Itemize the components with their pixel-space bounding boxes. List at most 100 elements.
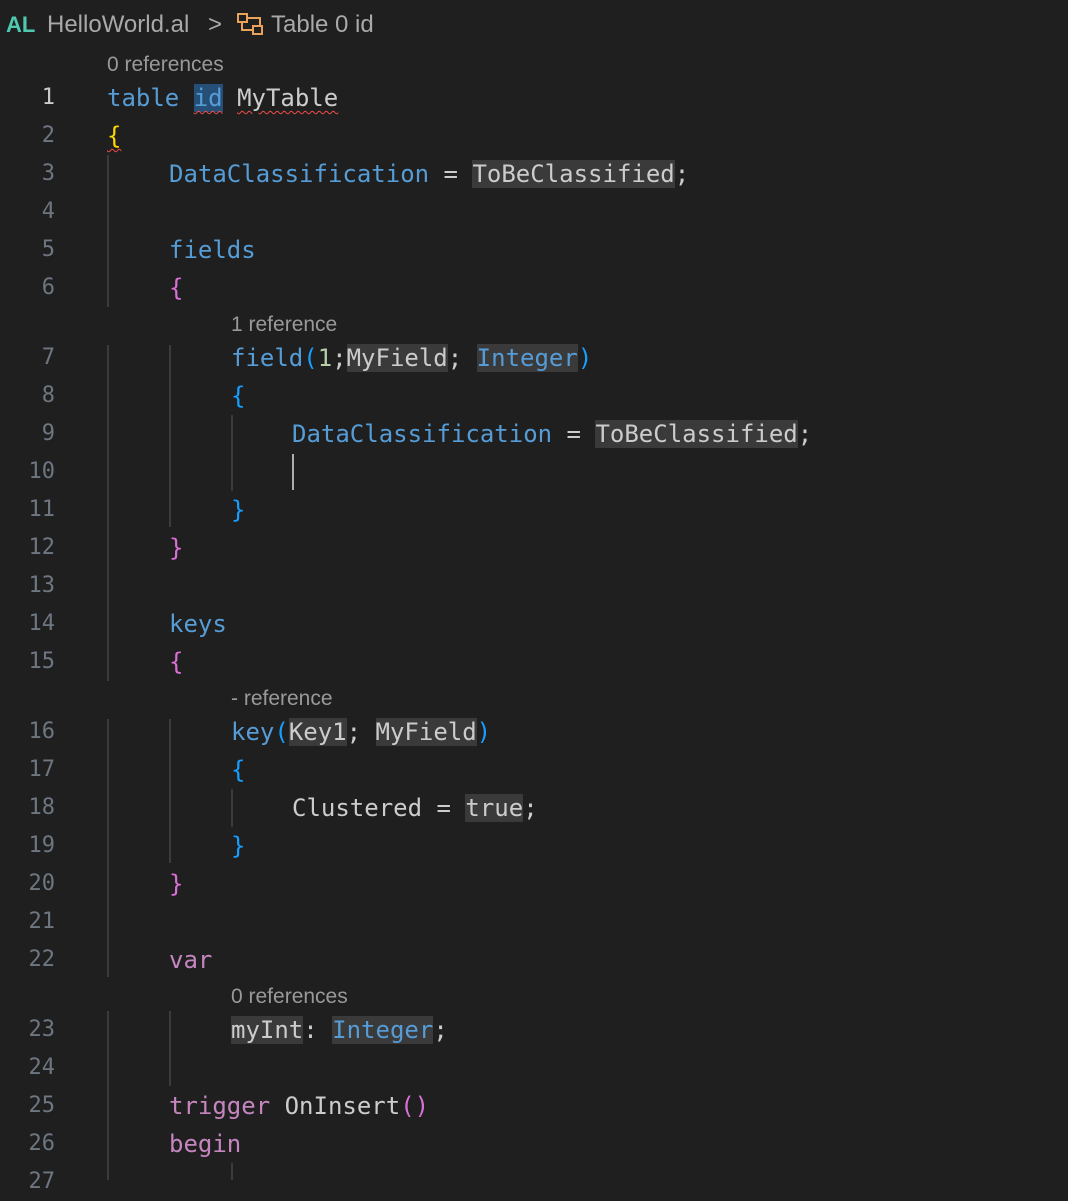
token-keyword: fields: [169, 236, 256, 264]
token-identifier: MyField: [346, 344, 448, 372]
token-keyword: field: [231, 344, 304, 372]
token-keyword: keys: [169, 610, 227, 638]
symbol-structure-icon: [236, 8, 266, 48]
indent-guide: [169, 345, 171, 527]
token-keyword: key: [231, 718, 275, 746]
line-number: 4: [41, 199, 55, 224]
token-identifier: myInt: [231, 1016, 304, 1044]
line-number: 18: [28, 795, 56, 820]
token-type: Integer: [476, 344, 578, 372]
token-punct: ;: [346, 718, 376, 746]
code-line[interactable]: {: [231, 377, 245, 415]
line-number: 12: [28, 535, 56, 560]
line-number: 10: [28, 459, 56, 484]
indent-guide: [107, 719, 109, 977]
codelens-references[interactable]: 0 references: [107, 50, 224, 80]
token-punct: ;: [797, 420, 813, 448]
token-punct: ;: [674, 160, 690, 188]
token-value: true: [465, 794, 524, 822]
code-editor[interactable]: AL HelloWorld.al > Table 0 id 1 2 3 4 5 …: [0, 0, 1068, 1194]
token-operator: =: [422, 794, 466, 822]
indent-guide: [107, 345, 109, 681]
codelens-references[interactable]: 0 references: [231, 982, 348, 1012]
token-identifier: OnInsert: [284, 1092, 401, 1120]
token-bracket: (): [400, 1092, 430, 1120]
line-number: 19: [28, 833, 56, 858]
token-number: 1: [317, 344, 333, 372]
token-punct: ;: [447, 344, 477, 372]
code-line[interactable]: }: [169, 865, 183, 903]
token-bracket: ): [577, 344, 593, 372]
token-bracket: }: [169, 534, 184, 562]
line-number: 5: [41, 237, 55, 262]
code-line[interactable]: {: [169, 269, 183, 307]
indent-guide: [169, 719, 171, 863]
code-line[interactable]: keys: [169, 605, 227, 643]
code-line[interactable]: field(1;MyField; Integer): [231, 339, 592, 377]
line-number: 26: [28, 1131, 56, 1156]
indent-guide: [231, 415, 233, 491]
token-selected-id: id: [193, 84, 223, 112]
code-line[interactable]: DataClassification = ToBeClassified;: [292, 415, 812, 453]
breadcrumb-symbol[interactable]: Table 0 id: [271, 10, 374, 40]
line-number: 16: [28, 719, 56, 744]
token-bracket: {: [231, 756, 246, 784]
code-line[interactable]: DataClassification = ToBeClassified;: [169, 155, 689, 193]
token-punct: ;: [523, 794, 538, 822]
token-property: DataClassification: [169, 160, 430, 188]
al-language-icon: AL: [6, 12, 36, 37]
code-line[interactable]: }: [169, 529, 183, 567]
code-line[interactable]: }: [231, 491, 245, 529]
line-number: 6: [41, 275, 55, 300]
token-punct: ;: [332, 344, 347, 372]
token-keyword: table: [107, 84, 180, 112]
line-number: 1: [41, 85, 55, 110]
token-bracket: {: [169, 274, 184, 302]
token-property: Clustered: [292, 794, 423, 822]
line-number: 8: [41, 383, 55, 408]
indent-guide: [231, 789, 233, 827]
line-number: 27: [28, 1169, 56, 1194]
code-line[interactable]: var: [169, 941, 212, 979]
token-identifier: MyTable: [237, 84, 339, 112]
code-line[interactable]: table id MyTable: [107, 79, 338, 117]
line-number: 11: [28, 497, 56, 522]
breadcrumb-file[interactable]: HelloWorld.al: [47, 10, 189, 40]
code-line[interactable]: {: [169, 643, 183, 681]
codelens-references[interactable]: - reference: [231, 684, 333, 714]
code-line[interactable]: fields: [169, 231, 256, 269]
breadcrumb: AL HelloWorld.al > Table 0 id: [0, 0, 1068, 50]
indent-guide: [169, 1011, 171, 1086]
code-line[interactable]: {: [231, 751, 245, 789]
token-bracket: ): [476, 718, 492, 746]
chevron-right-icon: >: [208, 11, 223, 38]
code-line[interactable]: begin: [169, 1125, 241, 1163]
code-line[interactable]: }: [231, 827, 245, 865]
token-property: DataClassification: [292, 420, 553, 448]
code-line[interactable]: myInt: Integer;: [231, 1011, 448, 1049]
line-number: 17: [28, 757, 56, 782]
line-number: 24: [28, 1055, 56, 1080]
line-number: 13: [28, 573, 56, 598]
code-line[interactable]: key(Key1; MyField): [231, 713, 491, 751]
token-bracket: {: [169, 648, 184, 676]
token-bracket: (: [274, 718, 289, 746]
line-number: 9: [41, 421, 55, 446]
code-line[interactable]: {: [107, 117, 121, 155]
line-number: 21: [28, 909, 56, 934]
token-bracket: }: [169, 870, 184, 898]
token-bracket: }: [231, 496, 246, 524]
token-operator: =: [552, 420, 596, 448]
line-number: 3: [41, 161, 55, 186]
indent-guide: [107, 155, 109, 307]
line-number: 7: [41, 345, 55, 370]
code-line[interactable]: trigger OnInsert(): [169, 1087, 429, 1125]
code-line[interactable]: Clustered = true;: [292, 789, 538, 827]
token-value: ToBeClassified: [472, 160, 675, 188]
line-number: 23: [28, 1017, 56, 1042]
line-number: 22: [28, 947, 56, 972]
codelens-references[interactable]: 1 reference: [231, 310, 337, 340]
line-number: 20: [28, 871, 56, 896]
token-bracket: {: [231, 382, 246, 410]
token-identifier: MyField: [375, 718, 477, 746]
